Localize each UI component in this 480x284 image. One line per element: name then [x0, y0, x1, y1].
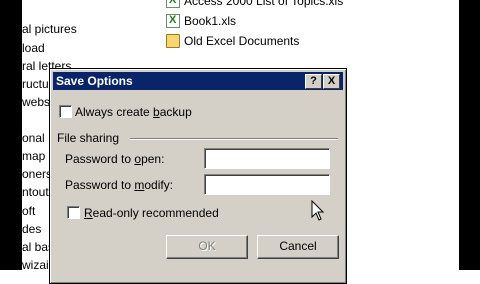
password-to-open-input[interactable]: [204, 148, 330, 169]
close-icon: X: [327, 75, 336, 87]
background-list-item[interactable]: map: [22, 149, 45, 163]
background-list-item[interactable]: ntout: [22, 185, 49, 199]
save-options-dialog: Save Options ? X Always create backup Fi…: [49, 68, 347, 284]
file-item-label: Book1.xls: [184, 14, 237, 28]
password-to-open-label: Password to open:: [65, 152, 164, 166]
background-list-item[interactable]: oft: [22, 204, 35, 218]
excel-file-icon: [166, 14, 180, 28]
background-list-item[interactable]: oners: [22, 167, 52, 181]
excel-file-icon: [166, 0, 180, 8]
cancel-button[interactable]: Cancel: [257, 235, 339, 259]
label-part: pen:: [141, 152, 165, 166]
label-part: ead-only recommended: [92, 206, 219, 220]
folder-icon: [166, 34, 180, 48]
file-item-label: Access 2000 List of Topics.xls: [184, 0, 344, 8]
label-part: ackup: [159, 105, 192, 119]
right-letterbox: [459, 0, 480, 270]
file-item[interactable]: Book1.xls: [166, 12, 236, 30]
question-mark-icon: ?: [310, 75, 317, 87]
always-create-backup-label[interactable]: Always create backup: [75, 105, 192, 119]
label-part: Password to: [65, 178, 135, 192]
background-list-item[interactable]: ructu: [22, 77, 49, 91]
label-part: odify:: [144, 178, 174, 192]
read-only-recommended-checkbox[interactable]: [67, 206, 80, 219]
file-item[interactable]: Access 2000 List of Topics.xls: [166, 0, 343, 10]
folder-item[interactable]: Old Excel Documents: [166, 32, 299, 50]
background-list-item[interactable]: load: [22, 41, 45, 55]
password-to-modify-input[interactable]: [204, 174, 330, 195]
access-key: m: [134, 178, 145, 192]
access-key: b: [153, 105, 160, 119]
dialog-title: Save Options: [56, 74, 133, 88]
background-list-item[interactable]: des: [22, 222, 41, 236]
password-to-modify-label: Password to modify:: [65, 178, 173, 192]
file-sharing-group-label: File sharing: [57, 131, 120, 145]
dialog-titlebar[interactable]: Save Options ? X: [53, 72, 343, 90]
background-list-item[interactable]: al pictures: [22, 22, 77, 36]
group-divider: [130, 138, 338, 140]
close-button[interactable]: X: [323, 74, 340, 89]
label-part: Always create: [75, 105, 154, 119]
mouse-pointer-icon: [311, 200, 325, 221]
help-button[interactable]: ?: [305, 74, 322, 89]
background-list-item[interactable]: webs: [22, 95, 50, 109]
file-item-label: Old Excel Documents: [184, 34, 300, 48]
read-only-recommended-label[interactable]: Read-only recommended: [84, 206, 219, 220]
background-list-item[interactable]: onal: [22, 131, 45, 145]
always-create-backup-checkbox[interactable]: [59, 105, 72, 118]
label-part: Password to: [65, 152, 135, 166]
ok-button[interactable]: OK: [166, 235, 248, 259]
left-letterbox: [0, 0, 22, 270]
access-key: R: [84, 206, 93, 220]
